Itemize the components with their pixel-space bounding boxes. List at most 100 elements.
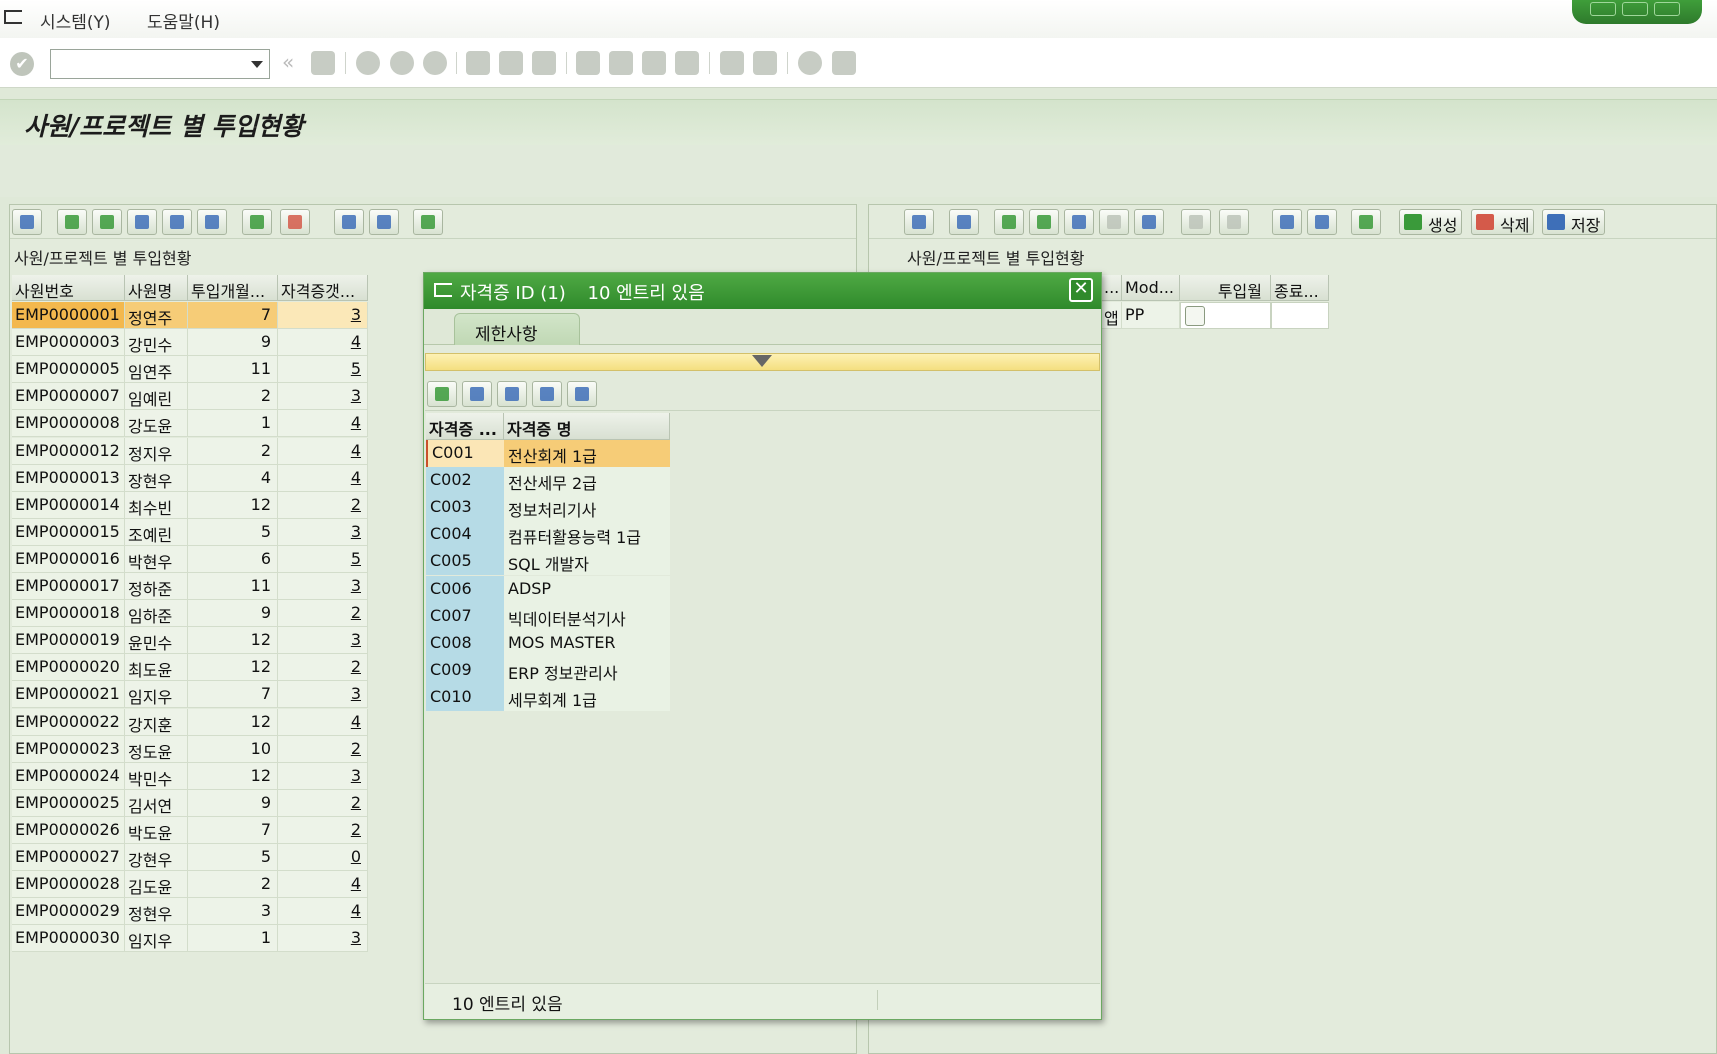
sort-ascending-icon[interactable] (994, 209, 1024, 235)
menu-exit-icon[interactable] (4, 10, 22, 24)
sort-descending-icon[interactable] (1029, 209, 1059, 235)
filter-icon[interactable] (197, 209, 227, 235)
command-field[interactable] (50, 49, 270, 79)
cert-count-link[interactable]: 5 (278, 545, 368, 573)
col-header-start-month[interactable]: 투입월 (1180, 275, 1271, 301)
cert-name-cell[interactable]: 전산회계 1급 (504, 440, 670, 467)
cert-count-link[interactable]: 4 (278, 410, 368, 438)
find-icon[interactable] (499, 51, 523, 75)
cert-id-cell[interactable]: C006 (426, 575, 504, 603)
table-row[interactable]: EMP0000024 박민수 12 3 (12, 762, 372, 790)
col-header-end[interactable]: 종료... (1271, 275, 1329, 301)
find-next-icon[interactable] (1099, 209, 1129, 235)
cert-count-link[interactable]: 2 (278, 654, 368, 682)
col-header-cert-name[interactable]: 자격증 명 (504, 413, 670, 440)
cert-name-cell[interactable]: 세무회계 1급 (504, 683, 670, 711)
cert-name-cell[interactable]: 정보처리기사 (504, 494, 670, 522)
cert-count-link[interactable]: 2 (278, 491, 368, 519)
close-window-icon[interactable] (1654, 2, 1680, 16)
delete-button[interactable]: 삭제 (1471, 209, 1535, 235)
enter-icon[interactable]: ✔ (10, 52, 34, 76)
layout-menu-icon[interactable] (832, 51, 856, 75)
cert-id-cell[interactable]: C003 (426, 494, 504, 522)
find-icon[interactable] (1064, 209, 1094, 235)
table-row[interactable]: EMP0000026 박도윤 7 2 (12, 816, 372, 844)
table-row[interactable]: EMP0000008 강도윤 1 4 (12, 410, 372, 438)
find-icon[interactable] (497, 381, 527, 407)
filter-icon[interactable] (752, 355, 772, 367)
find-icon[interactable] (127, 209, 157, 235)
details-icon[interactable] (12, 209, 42, 235)
value-help-icon[interactable] (1185, 306, 1205, 326)
cert-count-link[interactable]: 2 (278, 600, 368, 628)
list-item[interactable]: C004 컴퓨터활용능력 1급 (426, 521, 670, 549)
table-row[interactable]: EMP0000017 정하준 11 3 (12, 573, 372, 600)
cancel-icon[interactable] (423, 51, 447, 75)
cert-count-link[interactable]: 2 (278, 816, 368, 844)
cert-count-link[interactable]: 3 (278, 627, 368, 655)
table-row[interactable]: EMP0000001 정연주 7 3 (12, 302, 372, 329)
col-header-emp-id[interactable]: 사원번호 (12, 275, 125, 301)
col-header-cert-id[interactable]: 자격증 ... (426, 413, 504, 440)
table-row[interactable]: EMP0000016 박현우 6 5 (12, 545, 372, 573)
save-icon[interactable] (311, 51, 335, 75)
list-item[interactable]: C010 세무회계 1급 (426, 683, 670, 711)
table-row[interactable]: EMP0000019 윤민수 12 3 (12, 627, 372, 655)
col-header-months[interactable]: 투입개월... (188, 275, 278, 301)
cancel-icon[interactable] (462, 381, 492, 407)
list-item[interactable]: C009 ERP 정보관리사 (426, 656, 670, 684)
back-icon[interactable] (356, 51, 380, 75)
export-icon[interactable] (1307, 209, 1337, 235)
table-row[interactable]: EMP0000005 임연주 11 5 (12, 356, 372, 384)
sum-icon[interactable] (1181, 209, 1211, 235)
table-row[interactable]: EMP0000014 최수빈 12 2 (12, 491, 372, 519)
find-next-icon[interactable] (532, 51, 556, 75)
end-field[interactable] (1271, 302, 1329, 329)
refresh-icon[interactable] (949, 209, 979, 235)
table-row[interactable]: EMP0000030 임지우 1 3 (12, 925, 372, 953)
menu-system[interactable]: 시스템(Y) (40, 8, 111, 33)
print-preview-icon[interactable] (334, 209, 364, 235)
col-header-truncated[interactable]: ... (1101, 275, 1122, 301)
list-item[interactable]: C007 빅데이터분석기사 (426, 602, 670, 630)
close-icon[interactable]: ✕ (1069, 278, 1093, 302)
cert-count-link[interactable]: 4 (278, 871, 368, 899)
cert-count-link[interactable]: 0 (278, 844, 368, 871)
list-item[interactable]: C008 MOS MASTER (426, 629, 670, 657)
table-row[interactable]: EMP0000029 정현우 3 4 (12, 898, 372, 926)
cert-name-cell[interactable]: 빅데이터분석기사 (504, 602, 670, 630)
last-page-icon[interactable] (675, 51, 699, 75)
sort-descending-icon[interactable] (92, 209, 122, 235)
create-button[interactable]: 생성 (1399, 209, 1463, 235)
details-icon[interactable] (904, 209, 934, 235)
cert-id-cell[interactable]: C004 (426, 521, 504, 549)
print-icon[interactable] (567, 381, 597, 407)
cert-count-link[interactable]: 4 (278, 898, 368, 926)
shortcut-icon[interactable] (753, 51, 777, 75)
list-item[interactable]: C001 전산회계 1급 (426, 440, 670, 467)
table-row[interactable]: EMP0000018 임하준 9 2 (12, 600, 372, 628)
sum-icon[interactable] (242, 209, 272, 235)
table-row[interactable]: EMP0000023 정도윤 10 2 (12, 735, 372, 763)
table-row[interactable]: EMP0000028 김도윤 2 4 (12, 871, 372, 899)
col-header-module[interactable]: Mod... (1122, 275, 1180, 301)
cert-id-cell[interactable]: C009 (426, 656, 504, 684)
new-session-icon[interactable] (720, 51, 744, 75)
layout-icon[interactable] (1351, 209, 1381, 235)
table-row[interactable]: EMP0000007 임예린 2 3 (12, 383, 372, 411)
list-item[interactable]: C006 ADSP (426, 575, 670, 603)
cert-count-link[interactable]: 4 (278, 708, 368, 736)
table-row[interactable]: EMP0000012 정지우 2 4 (12, 437, 372, 465)
first-page-icon[interactable] (576, 51, 600, 75)
table-row[interactable]: EMP0000015 조예린 5 3 (12, 518, 372, 546)
cert-id-cell[interactable]: C005 (426, 548, 504, 576)
table-row[interactable]: EMP0000021 임지우 7 3 (12, 681, 372, 709)
cert-count-link[interactable]: 4 (278, 464, 368, 492)
list-item[interactable]: C003 정보처리기사 (426, 494, 670, 522)
subtotal-icon[interactable] (280, 209, 310, 235)
chevron-down-icon[interactable] (251, 61, 263, 68)
cert-count-link[interactable]: 3 (278, 925, 368, 953)
cert-count-link[interactable]: 3 (278, 762, 368, 790)
cert-name-cell[interactable]: ERP 정보관리사 (504, 656, 670, 684)
save-button[interactable]: 저장 (1542, 209, 1606, 235)
